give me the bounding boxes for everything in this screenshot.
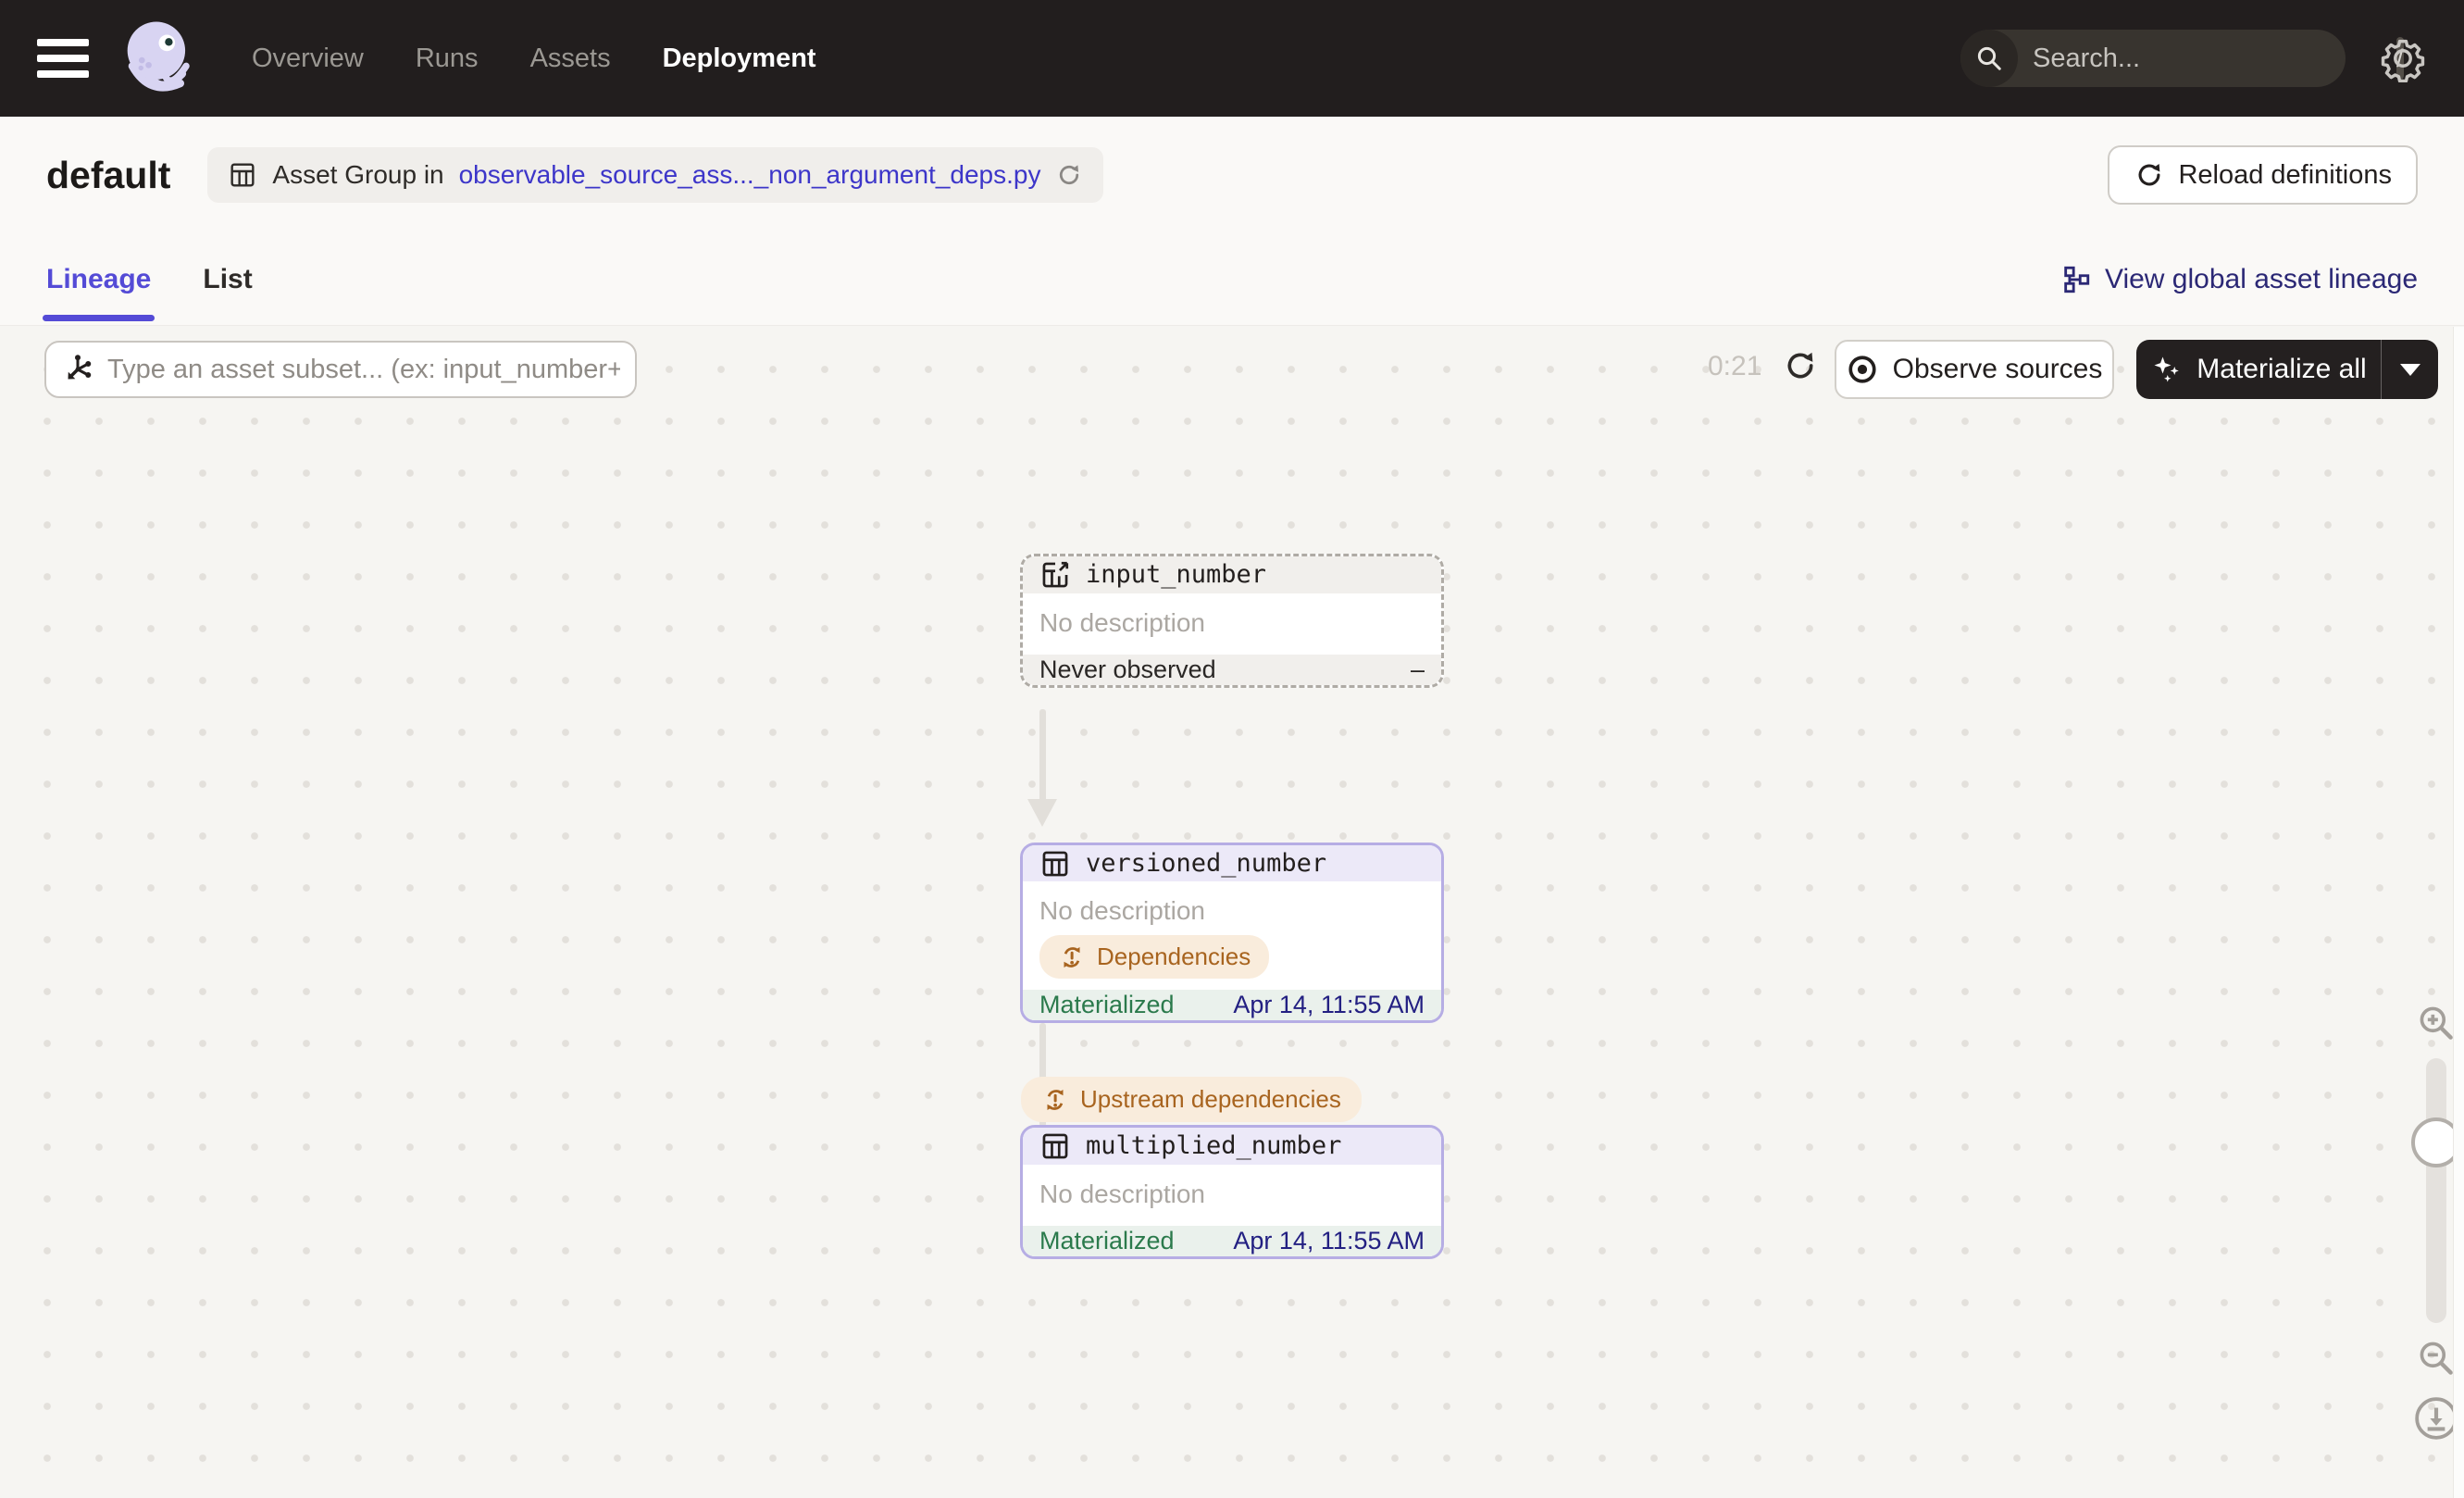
menu-hamburger-icon[interactable] — [37, 39, 89, 78]
nav-item-runs[interactable]: Runs — [416, 44, 479, 74]
reload-definitions-button[interactable]: Reload definitions — [2108, 145, 2418, 205]
asset-description: No description — [1039, 1179, 1205, 1208]
global-search[interactable]: / — [1960, 30, 2404, 87]
tab-lineage-label: Lineage — [46, 263, 152, 294]
tabs-row: Lineage List View global asset lineage — [0, 233, 2464, 326]
scrollbar-gutter[interactable] — [2453, 327, 2464, 1498]
refresh-icon[interactable] — [1055, 161, 1083, 189]
nav-item-overview[interactable]: Overview — [252, 44, 364, 74]
asset-name: multiplied_number — [1086, 1131, 1342, 1161]
asset-node-versioned-number[interactable]: versioned_number No description Dependen… — [1020, 843, 1444, 1023]
lineage-graph-icon — [2064, 266, 2090, 293]
dependencies-badge-label: Dependencies — [1097, 942, 1251, 970]
asset-status-value: – — [1410, 655, 1425, 683]
observable-source-asset-icon — [1042, 561, 1069, 588]
asset-node-multiplied-number[interactable]: multiplied_number No description Materia… — [1020, 1125, 1444, 1259]
asset-node-header[interactable]: input_number — [1023, 556, 1441, 593]
asset-description: No description — [1039, 607, 1205, 637]
asset-status-footer: Materialized Apr 14, 11:55 AM — [1023, 990, 1441, 1020]
nav-item-assets[interactable]: Assets — [530, 44, 611, 74]
search-input[interactable] — [2018, 43, 2396, 74]
asset-status-footer: Never observed – — [1023, 654, 1441, 685]
asset-status-timestamp[interactable]: Apr 14, 11:55 AM — [1233, 991, 1425, 1019]
asset-description: No description — [1039, 896, 1205, 925]
tab-list[interactable]: List — [203, 233, 252, 325]
active-tab-underline — [43, 315, 156, 321]
chevron-down-icon — [2399, 363, 2420, 376]
asset-status-label: Materialized — [1039, 991, 1175, 1018]
upstream-dependencies-badge[interactable]: Upstream dependencies — [1021, 1077, 1362, 1122]
asset-status-footer: Materialized Apr 14, 11:55 AM — [1023, 1225, 1441, 1256]
asset-node-input-number[interactable]: input_number No description Never observ… — [1020, 554, 1444, 688]
reload-definitions-label: Reload definitions — [2178, 159, 2392, 190]
observe-sources-label: Observe sources — [1892, 354, 2103, 384]
asset-graph-filter-icon — [68, 355, 92, 380]
top-navbar: Overview Runs Assets Deployment / — [0, 0, 2464, 117]
zoom-slider[interactable] — [2411, 1058, 2461, 1323]
materialize-all-label: Materialize all — [2196, 354, 2367, 384]
asset-node-header[interactable]: multiplied_number — [1023, 1128, 1441, 1165]
dependencies-badge[interactable]: Dependencies — [1039, 935, 1270, 979]
asset-status-label: Materialized — [1039, 1226, 1175, 1255]
materialize-all-dropdown[interactable] — [2381, 340, 2438, 399]
main-nav: Overview Runs Assets Deployment — [252, 44, 816, 74]
asset-graph-canvas[interactable]: 0:21 Observe sources Materialize all — [0, 327, 2464, 1498]
edge-arrowhead-icon — [1027, 799, 1057, 827]
sync-alert-icon — [1047, 1089, 1064, 1110]
asset-status-label: Never observed — [1039, 655, 1216, 683]
asset-subset-filter[interactable] — [44, 341, 637, 398]
observe-sources-button[interactable]: Observe sources — [1835, 340, 2114, 399]
table-icon — [230, 163, 255, 187]
sync-alert-icon — [1064, 946, 1080, 967]
search-icon — [1960, 30, 2018, 87]
view-global-asset-lineage-label: View global asset lineage — [2104, 263, 2418, 294]
sparkle-icon — [2154, 356, 2180, 382]
page-header: default Asset Group in observable_source… — [0, 117, 2464, 233]
table-asset-icon — [1042, 851, 1068, 876]
zoom-out-icon[interactable] — [2416, 1338, 2457, 1379]
asset-name: versioned_number — [1086, 849, 1327, 878]
graph-refresh-icon[interactable] — [1782, 347, 1819, 384]
reload-icon — [2138, 163, 2160, 186]
asset-group-file-link[interactable]: observable_source_ass..._non_argument_de… — [459, 160, 1041, 190]
tab-list-label: List — [203, 263, 253, 294]
page-title: default — [46, 153, 171, 196]
table-asset-icon — [1042, 1133, 1068, 1159]
upstream-dependencies-label: Upstream dependencies — [1080, 1085, 1341, 1113]
zoom-in-icon[interactable] — [2416, 1003, 2457, 1043]
asset-name: input_number — [1086, 560, 1267, 590]
edge-input-to-versioned — [1039, 709, 1046, 811]
asset-subset-input[interactable] — [107, 354, 620, 385]
dagster-logo-icon[interactable] — [111, 10, 207, 106]
asset-group-breadcrumb: Asset Group in observable_source_ass..._… — [207, 147, 1104, 203]
eye-icon — [1848, 356, 1876, 383]
nav-item-deployment[interactable]: Deployment — [663, 44, 816, 74]
asset-node-header[interactable]: versioned_number — [1023, 845, 1441, 881]
settings-gear-icon[interactable] — [2379, 34, 2427, 82]
view-global-asset-lineage-link[interactable]: View global asset lineage — [2060, 264, 2418, 295]
tab-lineage[interactable]: Lineage — [43, 233, 156, 325]
materialize-all-button[interactable]: Materialize all — [2136, 340, 2438, 399]
asset-group-prefix: Asset Group in — [272, 160, 444, 189]
refresh-timer: 0:21 — [1708, 351, 1762, 381]
asset-status-timestamp[interactable]: Apr 14, 11:55 AM — [1233, 1227, 1425, 1255]
